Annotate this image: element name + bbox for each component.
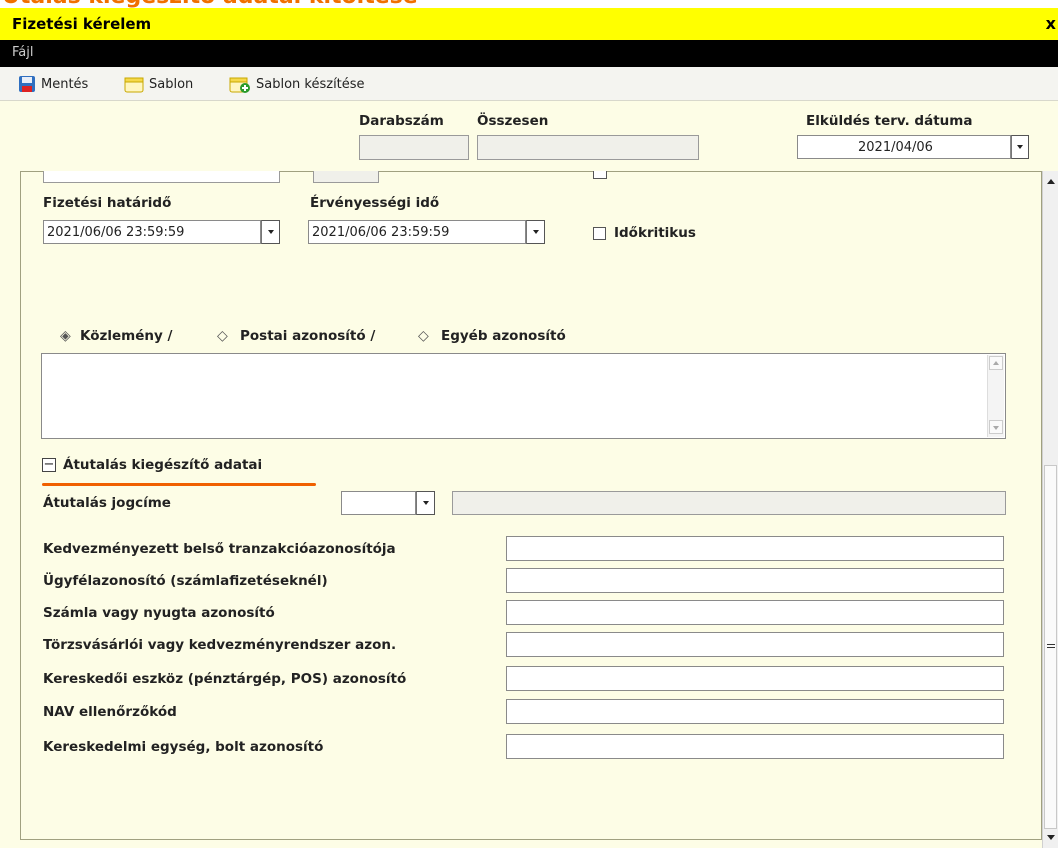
radio-reference-selected[interactable]: ◈ [60, 328, 71, 344]
vertical-scrollbar[interactable] [1042, 171, 1058, 848]
scroll-up-icon[interactable] [1047, 179, 1055, 184]
send-date-field[interactable]: 2021/04/06 [797, 135, 1011, 159]
validity-label: Érvényességi idő [310, 195, 440, 211]
section-title-transfer: Átutalás kiegészítő adatai [63, 457, 263, 473]
field-input[interactable] [506, 536, 1004, 561]
field-input[interactable] [506, 734, 1004, 759]
radio-postal-id[interactable]: ◇ [217, 328, 228, 344]
collapse-toggle-icon[interactable]: − [42, 458, 56, 472]
scrollbar-thumb[interactable] [1044, 465, 1057, 829]
chevron-down-icon [422, 501, 429, 505]
section-underline [42, 483, 316, 486]
field-input[interactable] [506, 699, 1004, 724]
total-label: Összesen [477, 113, 549, 129]
clipped-field [313, 171, 379, 183]
time-critical-checkbox[interactable] [593, 227, 606, 240]
field-label: Ügyfélazonosító (számlafizetéseknél) [43, 573, 328, 589]
deadline-field[interactable]: 2021/06/06 23:59:59 [43, 220, 261, 244]
send-date-dropdown[interactable] [1011, 135, 1029, 159]
make-template-button[interactable]: Sablon készítése [229, 74, 365, 94]
clipped-field [43, 171, 280, 183]
legal-basis-label: Átutalás jogcíme [43, 495, 171, 511]
save-button[interactable]: Mentés [18, 74, 88, 94]
field-label: Számla vagy nyugta azonosító [43, 605, 275, 621]
clipped-checkbox [593, 171, 607, 179]
radio-label-reference: Közlemény / [80, 328, 173, 344]
time-critical-label: Időkritikus [614, 225, 696, 241]
template-icon [124, 75, 144, 93]
save-label: Mentés [41, 76, 89, 92]
template-button[interactable]: Sablon [124, 74, 193, 94]
make-template-label: Sablon készítése [256, 76, 365, 92]
field-input[interactable] [506, 600, 1004, 625]
field-label: Kedvezményezett belső tranzakcióazonosít… [43, 541, 396, 557]
chevron-down-icon [1017, 145, 1023, 149]
validity-field[interactable]: 2021/06/06 23:59:59 [308, 220, 526, 244]
menu-bar: Fájl [0, 40, 1058, 67]
menu-file[interactable]: Fájl [12, 45, 33, 60]
toolbar: Mentés Sablon Sablon készítése [0, 67, 1058, 101]
chevron-down-icon [267, 230, 274, 234]
scroll-up-icon [993, 361, 999, 365]
field-input[interactable] [506, 568, 1004, 593]
chevron-down-icon [532, 230, 539, 234]
radio-label-postal-id: Postai azonosító / [240, 328, 376, 344]
legal-basis-text [452, 491, 1006, 515]
deadline-dropdown[interactable] [261, 220, 280, 244]
field-input[interactable] [506, 632, 1004, 657]
validity-value: 2021/06/06 23:59:59 [312, 225, 450, 240]
deadline-label: Fizetési határidő [43, 195, 172, 211]
radio-label-other-id: Egyéb azonosító [441, 328, 566, 344]
legal-basis-select[interactable] [341, 491, 416, 515]
page-title: Utalás kiegészítő adatai kitöltése [0, 0, 1058, 8]
send-date-value: 2021/04/06 [858, 140, 933, 155]
field-label: Törzsvásárlói vagy kedvezményrendszer az… [43, 637, 397, 653]
scroll-down-icon [993, 426, 999, 430]
field-label: NAV ellenőrzőkód [43, 704, 177, 720]
count-field [359, 135, 469, 160]
radio-other-id[interactable]: ◇ [418, 328, 429, 344]
scroll-down-icon[interactable] [1047, 835, 1055, 840]
window-titlebar: Fizetési kérelem x [0, 8, 1058, 40]
template-add-icon [229, 75, 251, 93]
deadline-value: 2021/06/06 23:59:59 [47, 225, 185, 240]
close-icon[interactable]: x [1046, 14, 1056, 33]
floppy-disk-icon [18, 75, 36, 93]
count-label: Darabszám [359, 113, 444, 129]
field-input[interactable] [506, 666, 1004, 691]
textarea-scrollbar[interactable] [987, 355, 1004, 437]
send-date-label: Elküldés terv. dátuma [806, 113, 973, 129]
field-label: Kereskedelmi egység, bolt azonosító [43, 739, 324, 755]
total-field [477, 135, 699, 160]
window-title: Fizetési kérelem [12, 15, 152, 33]
field-label: Kereskedői eszköz (pénztárgép, POS) azon… [43, 671, 407, 687]
template-label: Sablon [149, 76, 194, 92]
validity-dropdown[interactable] [526, 220, 545, 244]
legal-basis-dropdown[interactable] [416, 491, 435, 515]
reference-textarea[interactable] [41, 353, 1006, 439]
